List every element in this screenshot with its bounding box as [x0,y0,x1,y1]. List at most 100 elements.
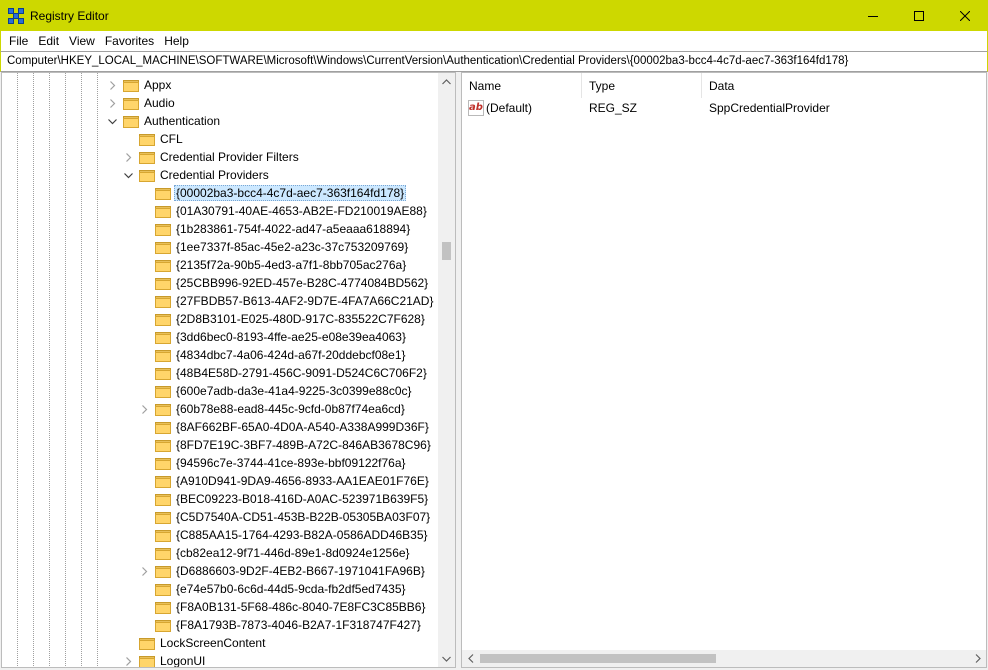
tree-item[interactable]: {8FD7E19C-3BF7-489B-A72C-846AB3678C96} [139,436,433,454]
folder-icon [155,583,171,596]
folder-icon [155,205,171,218]
menu-help[interactable]: Help [159,31,194,51]
main-area: Appx Audio Authentication CFL Credential Pro… [0,72,988,670]
folder-icon [155,511,171,524]
collapse-toggle[interactable] [107,112,117,130]
tree-item[interactable]: {cb82ea12-9f71-446d-89e1-8d0924e1256e} [139,544,412,562]
expand-toggle[interactable] [139,562,149,580]
title-bar[interactable]: Registry Editor [0,0,988,31]
chevron-down-icon [107,118,117,124]
tree-item[interactable]: {A910D941-9DA9-4656-8933-AA1EAE01F76E} [139,472,431,490]
tree-item[interactable]: Authentication [107,112,222,130]
tree-item[interactable]: {D6886603-9D2F-4EB2-B667-1971041FA96B} [139,562,427,580]
tree-item[interactable]: {600e7adb-da3e-41a4-9225-3c0399e88c0c} [139,382,414,400]
tree-item-label: {1ee7337f-85ac-45e2-a23c-37c753209769} [176,240,409,254]
scroll-right-button[interactable] [969,650,986,667]
tree-item[interactable]: {e74e57b0-6c6d-44d5-9cda-fb2df5ed7435} [139,580,408,598]
list-horizontal-scrollbar[interactable] [462,650,986,667]
key-tree[interactable]: Appx Audio Authentication CFL Credential Pro… [1,72,456,668]
folder-icon [139,655,155,667]
minimize-button[interactable] [850,0,896,31]
tree-item[interactable]: {2D8B3101-E025-480D-917C-835522C7F628} [139,310,427,328]
folder-icon [155,187,171,200]
tree-item[interactable]: {BEC09223-B018-416D-A0AC-523971B639F5} [139,490,430,508]
tree-item[interactable]: {27FBDB57-B613-4AF2-9D7E-4FA7A66C21AD} [139,292,435,310]
maximize-button[interactable] [896,0,942,31]
collapse-toggle[interactable] [123,166,133,184]
tree-item[interactable]: LockScreenContent [123,634,267,652]
tree-item[interactable]: {01A30791-40AE-4653-AB2E-FD210019AE88} [139,202,429,220]
tree-item[interactable]: Credential Providers [123,166,271,184]
expand-toggle[interactable] [123,148,133,166]
value-row[interactable]: ab (Default) REG_SZ SppCredentialProvide… [462,99,986,117]
tree-item[interactable]: {C885AA15-1764-4293-B82A-0586ADD46B35} [139,526,430,544]
menu-view[interactable]: View [64,31,100,51]
chevron-right-icon [975,654,981,663]
scroll-thumb[interactable] [442,242,451,260]
tree-item-label: {8FD7E19C-3BF7-489B-A72C-846AB3678C96} [176,438,431,452]
tree-item-label: {3dd6bec0-8193-4ffe-ae25-e08e39ea4063} [176,330,406,344]
tree-item[interactable]: {1ee7337f-85ac-45e2-a23c-37c753209769} [139,238,410,256]
tree-item[interactable]: {25CBB996-92ED-457e-B28C-4774084BD562} [139,274,430,292]
tree-item-label: {60b78e88-ead8-445c-9cfd-0b87f74ea6cd} [176,402,405,416]
folder-icon [139,151,155,164]
column-header-name[interactable]: Name [462,73,582,98]
tree-item[interactable]: {4834dbc7-4a06-424d-a67f-20ddebcf08e1} [139,346,408,364]
tree-vertical-scrollbar[interactable] [438,73,455,667]
values-list[interactable]: Name Type Data ab (Default) REG_SZ SppCr… [461,72,987,668]
scroll-down-button[interactable] [438,650,455,667]
expand-toggle[interactable] [107,94,117,112]
folder-icon [123,97,139,110]
tree-item[interactable]: {F8A0B131-5F68-486c-8040-7E8FC3C85BB6} [139,598,428,616]
tree-item[interactable]: {3dd6bec0-8193-4ffe-ae25-e08e39ea4063} [139,328,408,346]
address-bar[interactable]: Computer\HKEY_LOCAL_MACHINE\SOFTWARE\Mic… [0,51,988,72]
tree-item[interactable]: {00002ba3-bcc4-4c7d-aec7-363f164fd178} [139,184,407,202]
tree-item[interactable]: Credential Provider Filters [123,148,301,166]
tree-item[interactable]: {60b78e88-ead8-445c-9cfd-0b87f74ea6cd} [139,400,407,418]
folder-icon [139,637,155,650]
folder-icon [155,349,171,362]
scroll-up-button[interactable] [438,73,455,90]
folder-icon [123,79,139,92]
folder-icon [155,241,171,254]
tree-item-label: {2135f72a-90b5-4ed3-a7f1-8bb705ac276a} [176,258,407,272]
tree-item[interactable]: LogonUI [123,652,207,667]
tree-item-label: {e74e57b0-6c6d-44d5-9cda-fb2df5ed7435} [176,582,406,596]
close-icon [960,10,970,21]
menu-edit[interactable]: Edit [33,31,64,51]
tree-item[interactable]: {1b283861-754f-4022-ad47-a5eaaa618894} [139,220,412,238]
close-button[interactable] [942,0,988,31]
folder-icon [139,169,155,182]
tree-item-label: {D6886603-9D2F-4EB2-B667-1971041FA96B} [176,564,425,578]
scroll-left-button[interactable] [462,650,479,667]
tree-item[interactable]: Appx [107,76,173,94]
tree-item-label: {00002ba3-bcc4-4c7d-aec7-363f164fd178} [174,185,407,201]
tree-item[interactable]: {48B4E58D-2791-456C-9091-D524C6C706F2} [139,364,429,382]
tree-item[interactable]: {C5D7540A-CD51-453B-B22B-05305BA03F07} [139,508,432,526]
menu-favorites[interactable]: Favorites [100,31,159,51]
tree-item[interactable]: {8AF662BF-65A0-4D0A-A540-A338A999D36F} [139,418,431,436]
tree-item[interactable]: {F8A1793B-7873-4046-B2A7-1F318747F427} [139,616,423,634]
tree-item-label: Authentication [144,114,221,128]
column-header-type[interactable]: Type [582,73,702,98]
tree-item[interactable]: CFL [123,130,185,148]
horizontal-scroll-thumb[interactable] [480,654,716,663]
menu-file[interactable]: File [4,31,33,51]
tree-item[interactable]: {2135f72a-90b5-4ed3-a7f1-8bb705ac276a} [139,256,408,274]
expand-toggle[interactable] [107,76,117,94]
window-title: Registry Editor [30,8,109,23]
expand-toggle[interactable] [139,400,149,418]
column-header-data[interactable]: Data [702,73,986,98]
tree-item[interactable]: Audio [107,94,177,112]
tree-item[interactable]: {94596c7e-3744-41ce-893e-bbf09122f76a} [139,454,408,472]
expand-toggle[interactable] [123,652,133,667]
